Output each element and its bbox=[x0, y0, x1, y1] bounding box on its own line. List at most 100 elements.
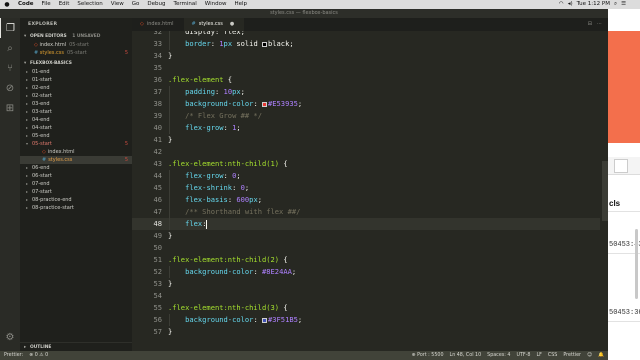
tree-folder[interactable]: ▸ 06-start bbox=[20, 172, 132, 180]
tree-item-label: 01-start bbox=[32, 77, 52, 83]
tree-folder[interactable]: ▸ 07-end bbox=[20, 180, 132, 188]
tree-folder[interactable]: ▸ 05-end bbox=[20, 132, 132, 140]
devtools-scrollbar[interactable] bbox=[635, 229, 638, 299]
more-actions-icon[interactable]: ⋯ bbox=[597, 18, 602, 31]
tree-folder[interactable]: ▸ 06-end bbox=[20, 164, 132, 172]
tree-folder[interactable]: ▸ 02-end bbox=[20, 84, 132, 92]
tree-folder[interactable]: ▸ 07-start bbox=[20, 188, 132, 196]
tree-folder[interactable]: ▸ 08-practice-end bbox=[20, 196, 132, 204]
code-line[interactable]: 57} bbox=[132, 326, 600, 338]
line-number: 45 bbox=[153, 183, 162, 192]
tree-file[interactable]: ◇ index.html bbox=[20, 148, 132, 156]
close-icon[interactable]: ● bbox=[230, 18, 234, 31]
tree-folder[interactable]: ▸ 02-start bbox=[20, 92, 132, 100]
menu-help[interactable]: Help bbox=[230, 0, 251, 9]
volume-icon[interactable]: ◂) bbox=[568, 0, 573, 9]
code-line[interactable]: 54 bbox=[132, 290, 600, 302]
code-line[interactable]: 48 flex: bbox=[132, 218, 600, 230]
menu-debug[interactable]: Debug bbox=[143, 0, 169, 9]
code-line[interactable]: 34} bbox=[132, 50, 600, 62]
code-editor[interactable]: 32 display: flex; 33 border: 1px solid bl… bbox=[132, 31, 608, 351]
menu-window[interactable]: Window bbox=[201, 0, 231, 9]
open-editors-section[interactable]: ▾ OPEN EDITORS 1 UNSAVED bbox=[20, 32, 132, 41]
code-line[interactable]: 55 .flex-element:nth-child(3) { bbox=[132, 302, 600, 314]
source-control-icon[interactable]: ⑂ bbox=[0, 58, 20, 78]
tab-index-html[interactable]: ◇ index.html bbox=[132, 18, 184, 31]
code-text: background-color: #E53935; bbox=[185, 99, 303, 108]
code-line[interactable]: 49} bbox=[132, 230, 600, 242]
project-section[interactable]: ▾ FLEXBOX-BASICS bbox=[20, 59, 132, 68]
tree-folder[interactable]: ▸ 08-practice-start bbox=[20, 204, 132, 212]
code-line[interactable]: 51 .flex-element:nth-child(2) { bbox=[132, 254, 600, 266]
tab-styles-css[interactable]: # styles.css ● bbox=[183, 18, 245, 31]
menu-list-icon[interactable]: ☰ bbox=[621, 0, 626, 9]
menu-view[interactable]: View bbox=[107, 0, 128, 9]
devtools-checkbox[interactable] bbox=[614, 159, 628, 173]
prettier-status-left[interactable]: Prettier: bbox=[4, 351, 23, 360]
encoding[interactable]: UTF-8 bbox=[516, 351, 530, 360]
menu-go[interactable]: Go bbox=[128, 0, 144, 9]
code-line[interactable]: 44 flex-grow: 0; bbox=[132, 170, 600, 182]
code-line[interactable]: 46 flex-basis: 600px; bbox=[132, 194, 600, 206]
code-line[interactable]: 42 bbox=[132, 146, 600, 158]
line-number: 52 bbox=[153, 267, 162, 276]
code-line[interactable]: 47 /** Shorthand with flex ##/ bbox=[132, 206, 600, 218]
tree-folder[interactable]: ▸ 03-start bbox=[20, 108, 132, 116]
search-icon[interactable]: ⌕ bbox=[614, 0, 617, 9]
code-text: flex: bbox=[185, 219, 208, 229]
tree-folder[interactable]: ▸ 04-start bbox=[20, 124, 132, 132]
bell-icon[interactable]: 🔔 bbox=[598, 351, 604, 360]
code-text: flex-grow: 1; bbox=[185, 123, 241, 132]
tree-folder[interactable]: ▸ 03-end bbox=[20, 100, 132, 108]
extensions-icon[interactable]: ⊞ bbox=[0, 98, 20, 118]
line-number: 38 bbox=[153, 99, 162, 108]
wifi-icon[interactable]: ◠ bbox=[559, 0, 564, 9]
menu-terminal[interactable]: Terminal bbox=[170, 0, 201, 9]
files-icon[interactable]: ❐ bbox=[0, 18, 20, 38]
tree-folder[interactable]: ▸ 04-end bbox=[20, 116, 132, 124]
tree-folder[interactable]: ▸ 01-start bbox=[20, 76, 132, 84]
code-line[interactable]: 33 border: 1px solid black; bbox=[132, 38, 600, 50]
code-line[interactable]: 45 flex-shrink: 0; bbox=[132, 182, 600, 194]
feedback-icon[interactable]: ☺ bbox=[587, 351, 592, 360]
code-line[interactable]: 32 display: flex; bbox=[132, 31, 600, 38]
open-editor-styles-css[interactable]: # styles.css 05-start 5 bbox=[20, 49, 132, 57]
code-line[interactable]: 39 /* Flex Grow ## */ bbox=[132, 110, 600, 122]
code-line[interactable]: 40 flex-grow: 1; bbox=[132, 122, 600, 134]
debug-icon[interactable]: ⊘ bbox=[0, 78, 20, 98]
code-line[interactable]: 37 padding: 10px; bbox=[132, 86, 600, 98]
code-line[interactable]: 43 .flex-element:nth-child(1) { bbox=[132, 158, 600, 170]
line-number: 35 bbox=[153, 63, 162, 72]
indentation[interactable]: Spaces: 4 bbox=[487, 351, 510, 360]
code-line[interactable]: 56 background-color: #3F51B5; bbox=[132, 314, 600, 326]
menu-selection[interactable]: Selection bbox=[73, 0, 106, 9]
language-mode[interactable]: CSS bbox=[548, 351, 557, 360]
code-text: /** Shorthand with flex ##/ bbox=[185, 207, 301, 216]
code-line[interactable]: 35 bbox=[132, 62, 600, 74]
prettier-status[interactable]: Prettier bbox=[563, 351, 581, 360]
code-line[interactable]: 38 background-color: #E53935; bbox=[132, 98, 600, 110]
cursor-position[interactable]: Ln 48, Col 10 bbox=[450, 351, 482, 360]
search-icon[interactable]: ⌕ bbox=[0, 38, 20, 58]
menu-edit[interactable]: Edit bbox=[55, 0, 74, 9]
menu-file[interactable]: File bbox=[37, 0, 54, 9]
code-line[interactable]: 52 background-color: #8E24AA; bbox=[132, 266, 600, 278]
problems-status[interactable]: ⊗ 0 ⚠ 0 bbox=[29, 351, 48, 360]
apple-icon[interactable]: ● bbox=[0, 0, 14, 9]
split-editor-icon[interactable]: ⊟ bbox=[588, 18, 592, 31]
code-line[interactable]: 50 bbox=[132, 242, 600, 254]
tree-file[interactable]: # styles.css 5 bbox=[20, 156, 132, 164]
code-line[interactable]: 53} bbox=[132, 278, 600, 290]
clock[interactable]: Tue 1:12 PM bbox=[577, 0, 610, 9]
line-ending[interactable]: LF bbox=[536, 351, 541, 360]
menu-app-code[interactable]: Code bbox=[14, 0, 37, 9]
open-editor-index-html[interactable]: ◇ index.html 05-start bbox=[20, 41, 132, 49]
tree-folder[interactable]: ▾ 05-start 5 bbox=[20, 140, 132, 148]
gear-icon[interactable]: ⚙ bbox=[0, 327, 20, 347]
outline-section[interactable]: ▸ OUTLINE bbox=[20, 342, 132, 351]
tree-folder[interactable]: ▸ 01-end bbox=[20, 68, 132, 76]
live-server-port[interactable]: ⊕ Port : 5500 bbox=[412, 351, 444, 360]
devtools-tab-label[interactable]: cls bbox=[609, 199, 620, 208]
code-line[interactable]: 36 .flex-element { bbox=[132, 74, 600, 86]
code-line[interactable]: 41} bbox=[132, 134, 600, 146]
